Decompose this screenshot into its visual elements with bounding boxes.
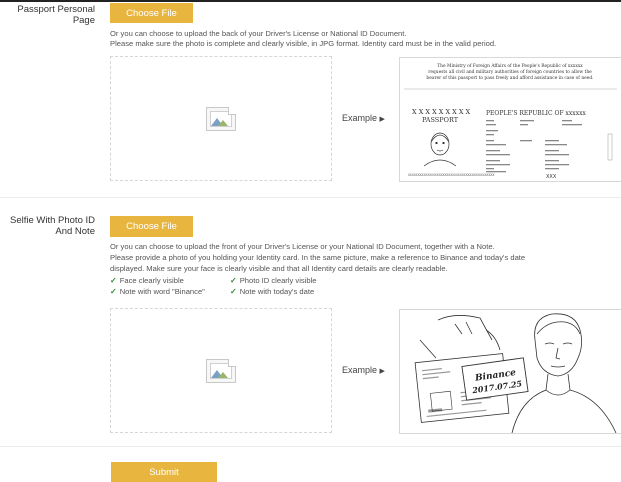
passport-word: PASSPORT (422, 116, 459, 124)
check-icon: ✓ (110, 276, 117, 285)
passport-example-image: The Ministry of Foreign Affairs of the P… (399, 57, 621, 182)
passport-country: PEOPLE'S REPUBLIC OF xxxxxx (486, 110, 586, 117)
check-item: ✓ Face clearly visible (110, 276, 184, 285)
caret-right-icon: ▶ (379, 116, 385, 123)
passport-header-line3: bearer of this passport to pass freely a… (426, 76, 593, 81)
check-item: ✓ Note with today's date (230, 287, 315, 296)
selfie-instruction-line3: displayed. Make sure your face is clearl… (110, 264, 448, 273)
passport-upload-area[interactable] (110, 56, 332, 181)
selfie-example-label: Example ▶ (342, 365, 385, 375)
selfie-illustration: Binance 2017.07.25 (414, 313, 617, 433)
selfie-example-image: Binance 2017.07.25 (399, 309, 621, 434)
caret-right-icon: ▶ (379, 368, 385, 375)
submit-button[interactable]: Submit (111, 462, 217, 482)
check-icon: ✓ (230, 276, 237, 285)
passport-label-line2: Page (72, 15, 95, 26)
passport-illustration: The Ministry of Foreign Affairs of the P… (404, 64, 617, 180)
selfie-label-line2: And Note (55, 226, 95, 237)
image-placeholder-icon (206, 106, 236, 131)
passport-example-label: Example ▶ (342, 113, 385, 123)
selfie-upload-area[interactable] (110, 308, 332, 433)
passport-xxx: XXX (546, 174, 557, 180)
selfie-instruction-line1: Or you can choose to upload the front of… (110, 242, 495, 251)
selfie-label-line1: Selfie With Photo ID (9, 215, 95, 226)
selfie-instruction-line2: Please provide a photo of you holding yo… (110, 253, 526, 262)
section-divider (0, 197, 621, 198)
image-placeholder-icon (206, 358, 236, 383)
passport-choose-file-button[interactable]: Choose File (110, 3, 193, 23)
passport-header-line2: requests all civil and military authorit… (428, 70, 592, 75)
check-item: ✓ Note with word "Binance" (110, 287, 205, 296)
section-divider (0, 446, 621, 447)
check-icon: ✓ (110, 287, 117, 296)
passport-header-line1: The Ministry of Foreign Affairs of the P… (437, 64, 583, 69)
selfie-choose-file-button[interactable]: Choose File (110, 216, 193, 237)
passport-instruction-line2: Please make sure the photo is complete a… (110, 39, 497, 48)
passport-mrz: XXXXXXXXXXXXXXXXXXXXXXXXXXXXXXXXXXXXXXXX… (408, 173, 494, 177)
top-border (0, 0, 621, 2)
passport-section-label: Passport Personal Page (6, 4, 95, 26)
check-item: ✓ Photo ID clearly visible (230, 276, 317, 285)
passport-face (423, 132, 457, 167)
passport-fields (486, 120, 582, 173)
selfie-section-label: Selfie With Photo ID And Note (2, 215, 95, 237)
passport-label-line1: Passport Personal (17, 4, 95, 15)
check-icon: ✓ (230, 287, 237, 296)
passport-xs: X X X X X X X X X (412, 108, 471, 116)
